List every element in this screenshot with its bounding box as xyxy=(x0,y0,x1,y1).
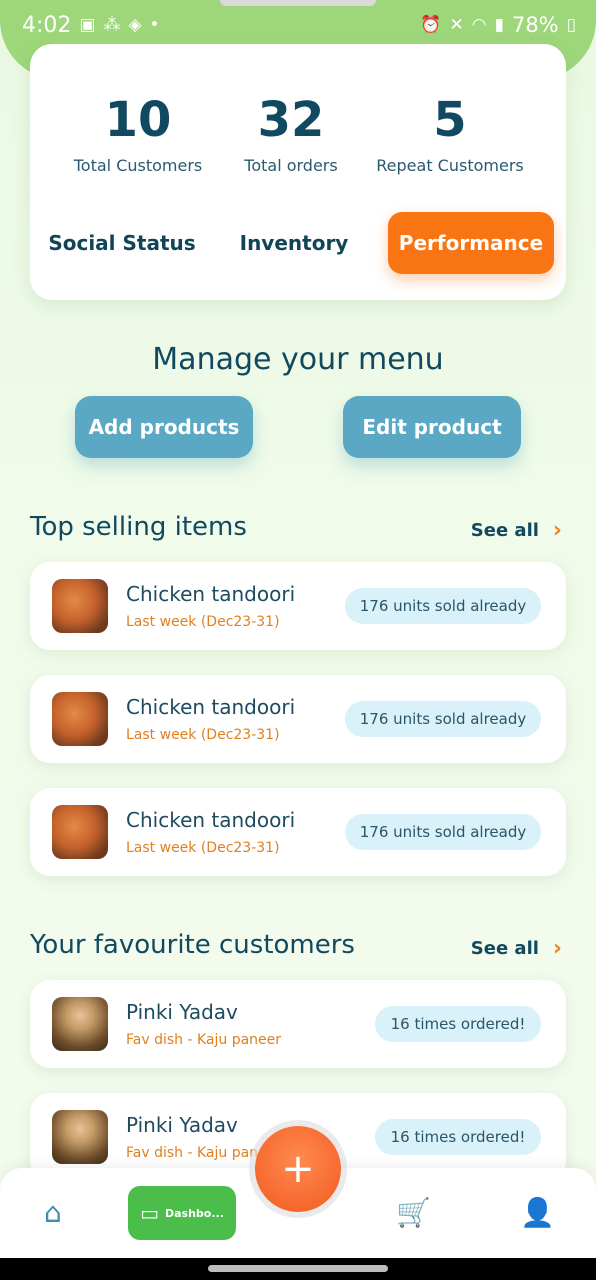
stat-value: 5 xyxy=(433,92,467,148)
home-indicator[interactable] xyxy=(208,1265,388,1272)
item-name: Chicken tandoori xyxy=(126,808,296,832)
top-selling-see-all[interactable]: See all › xyxy=(471,518,562,543)
alarm-icon: ⏰ xyxy=(420,15,442,35)
stats-card: 10 Total Customers 32 Total orders 5 Rep… xyxy=(30,44,566,300)
favourite-customer-item[interactable]: Pinki Yadav Fav dish - Kaju paneer 16 ti… xyxy=(30,980,566,1068)
stat-value: 32 xyxy=(257,92,325,148)
customer-name: Pinki Yadav xyxy=(126,1000,238,1024)
item-period: Last week (Dec23-31) xyxy=(126,727,280,743)
top-selling-heading: Top selling items xyxy=(30,512,247,542)
item-name: Chicken tandoori xyxy=(126,582,296,606)
tab-inventory[interactable]: Inventory xyxy=(220,212,368,274)
favourite-customers-heading: Your favourite customers xyxy=(30,930,355,960)
dot-icon: • xyxy=(149,15,160,35)
stat-total-customers: 10 Total Customers xyxy=(58,90,218,175)
home-icon[interactable]: ⌂ xyxy=(44,1196,62,1229)
chevron-right-icon: › xyxy=(552,936,562,961)
customer-fav-dish: Fav dish - Kaju paneer xyxy=(126,1032,282,1048)
top-selling-item[interactable]: Chicken tandoori Last week (Dec23-31) 17… xyxy=(30,675,566,763)
status-time: 4:02 xyxy=(22,12,72,38)
stat-value: 10 xyxy=(104,92,172,148)
stat-label: Total Customers xyxy=(73,156,203,175)
stat-label: Total orders xyxy=(244,156,338,175)
battery-percent: 78% xyxy=(511,13,559,37)
item-period: Last week (Dec23-31) xyxy=(126,614,280,630)
stat-repeat-customers: 5 Repeat Customers xyxy=(370,90,530,175)
signal-icon: ▮ xyxy=(494,15,504,35)
food-thumbnail xyxy=(52,805,108,859)
favourite-customers-see-all[interactable]: See all › xyxy=(471,936,562,961)
dashboard-button[interactable]: ▭ Dashbo... xyxy=(128,1186,236,1240)
mute-icon: ✕ xyxy=(449,15,464,35)
app-icon: ◈ xyxy=(128,15,142,35)
manage-menu-heading: Manage your menu xyxy=(152,342,444,377)
status-bar: 4:02 ▣ ⁂ ◈ • ⏰ ✕ ◠ ▮ 78% ▯ xyxy=(0,0,596,50)
profile-icon[interactable]: 👤 xyxy=(520,1196,555,1229)
add-fab-button[interactable]: + xyxy=(255,1126,341,1212)
see-all-label: See all xyxy=(470,938,539,959)
units-sold-badge: 176 units sold already xyxy=(345,814,541,850)
customer-avatar xyxy=(52,997,108,1051)
see-all-label: See all xyxy=(470,520,539,541)
dashboard-label: Dashbo... xyxy=(165,1206,224,1220)
wifi-icon: ◠ xyxy=(471,15,487,35)
edit-product-button[interactable]: Edit product xyxy=(343,396,521,458)
chevron-right-icon: › xyxy=(552,518,562,543)
times-ordered-badge: 16 times ordered! xyxy=(375,1119,541,1155)
units-sold-badge: 176 units sold already xyxy=(345,588,541,624)
notification-icon: ⁂ xyxy=(103,15,121,35)
item-period: Last week (Dec23-31) xyxy=(126,840,280,856)
top-selling-item[interactable]: Chicken tandoori Last week (Dec23-31) 17… xyxy=(30,788,566,876)
food-thumbnail xyxy=(52,579,108,633)
top-selling-item[interactable]: Chicken tandoori Last week (Dec23-31) 17… xyxy=(30,562,566,650)
battery-icon: ▯ xyxy=(566,15,576,35)
add-products-button[interactable]: Add products xyxy=(75,396,253,458)
cart-icon[interactable]: 🛒 xyxy=(396,1196,431,1229)
customer-avatar xyxy=(52,1110,108,1164)
units-sold-badge: 176 units sold already xyxy=(345,701,541,737)
times-ordered-badge: 16 times ordered! xyxy=(375,1006,541,1042)
stat-total-orders: 32 Total orders xyxy=(211,90,371,175)
stat-label: Repeat Customers xyxy=(376,156,524,175)
laptop-icon: ▭ xyxy=(140,1201,159,1225)
customer-name: Pinki Yadav xyxy=(126,1113,238,1137)
tab-performance[interactable]: Performance xyxy=(388,212,554,274)
item-name: Chicken tandoori xyxy=(126,695,296,719)
tab-social-status[interactable]: Social Status xyxy=(44,212,200,274)
food-thumbnail xyxy=(52,692,108,746)
image-icon: ▣ xyxy=(79,15,96,35)
